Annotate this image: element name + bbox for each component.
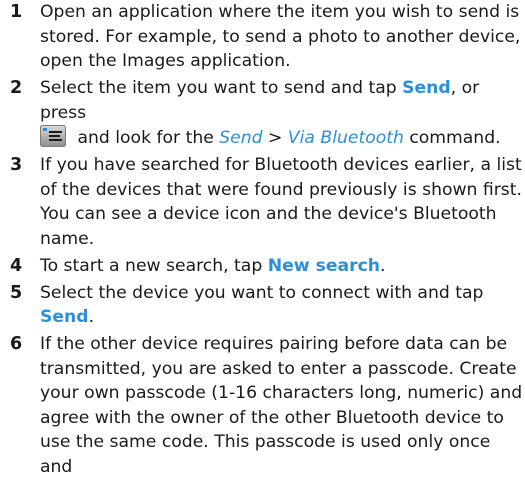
step-text: If you have searched for Bluetooth devic…: [40, 155, 522, 249]
step-number: 5: [10, 282, 23, 303]
step-number: 4: [10, 255, 23, 276]
menu-via-bluetooth: Via Bluetooth: [287, 128, 404, 148]
step-number: 1: [10, 2, 23, 22]
step-1: 1 Open an application where the item you…: [0, 0, 525, 74]
step-text-post: .: [380, 255, 386, 276]
step-4: 4 To start a new search, tap New search.: [0, 254, 525, 279]
step-3: 3 If you have searched for Bluetooth dev…: [0, 153, 525, 251]
menu-send: Send: [219, 128, 263, 148]
options-menu-icon: [40, 125, 66, 147]
step-text-pre: Select the device you want to connect wi…: [40, 282, 484, 303]
step-6: 6 If the other device requires pairing b…: [0, 332, 525, 479]
menu-separator: >: [262, 128, 288, 148]
step-2: 2 Select the item you want to send and t…: [0, 76, 525, 151]
step-text-after-icon: and look for the: [72, 128, 220, 148]
step-number: 2: [10, 78, 23, 98]
send-command-label: Send: [40, 307, 89, 327]
step-number: 3: [10, 155, 23, 175]
step-text-post: .: [88, 307, 95, 327]
step-text-post: command.: [403, 128, 501, 148]
instruction-steps: 1 Open an application where the item you…: [0, 0, 525, 482]
step-number: 6: [10, 334, 23, 354]
step-text-pre: To start a new search, tap: [40, 255, 268, 276]
step-text: If the other device requires pairing bef…: [40, 334, 523, 477]
send-command-label: Send: [402, 78, 451, 98]
new-search-label: New search: [267, 255, 380, 276]
step-text-pre: Select the item you want to send and tap: [40, 78, 403, 98]
step-5: 5 Select the device you want to connect …: [0, 281, 525, 330]
step-text: Open an application where the item you w…: [40, 2, 521, 71]
